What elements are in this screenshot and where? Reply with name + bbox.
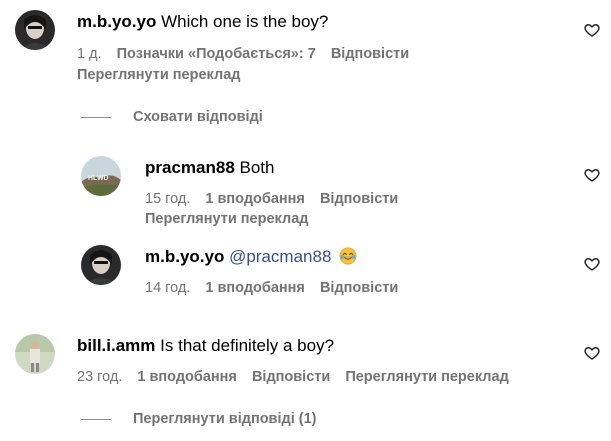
- reply-2-line: m.b.yo.yo @pracman88: [145, 247, 357, 267]
- view-replies-label: Переглянути відповіді (1): [133, 411, 317, 427]
- heart-outline-icon[interactable]: [584, 167, 600, 183]
- reply-1-meta: 15 год. 1 вподобання Відповісти: [145, 190, 409, 208]
- avatar-bill-i-amm[interactable]: [15, 334, 55, 374]
- comment-text: Which one is the boy?: [161, 12, 329, 31]
- avatar-m-b-yo-yo[interactable]: [15, 10, 55, 50]
- heart-outline-icon[interactable]: [584, 22, 600, 38]
- replies-divider: [81, 116, 111, 118]
- hide-replies-label: Сховати відповіді: [133, 109, 263, 125]
- likes-count-link[interactable]: Позначки «Подобається»: 7: [117, 46, 316, 62]
- reply-time[interactable]: 14 год.: [145, 280, 190, 296]
- reply-username[interactable]: pracman88: [145, 158, 235, 177]
- comment-1-line: m.b.yo.yo Which one is the boy?: [77, 12, 328, 32]
- see-translation-link[interactable]: Переглянути переклад: [77, 66, 240, 84]
- likes-count-link[interactable]: 1 вподобання: [137, 369, 237, 385]
- comment-username[interactable]: bill.i.amm: [77, 336, 155, 355]
- reply-time[interactable]: 15 год.: [145, 191, 190, 207]
- reply-1-line: pracman88 Both: [145, 158, 275, 178]
- comment-2-line: bill.i.amm Is that definitely a boy?: [77, 336, 334, 356]
- reply-text: Both: [239, 158, 275, 177]
- hide-replies-toggle[interactable]: Сховати відповіді: [81, 107, 263, 127]
- avatar-m-b-yo-yo[interactable]: [81, 245, 121, 285]
- comment-2-meta: 23 год. 1 вподобання Відповісти Переглян…: [77, 368, 520, 386]
- reply-button[interactable]: Відповісти: [320, 280, 398, 296]
- avatar-pracman88[interactable]: HLWD: [81, 156, 121, 196]
- view-replies-toggle[interactable]: Переглянути відповіді (1): [81, 409, 317, 429]
- laughing-tears-emoji: [339, 247, 357, 265]
- comment-1-meta: 1 д. Позначки «Подобається»: 7 Відповіст…: [77, 45, 420, 63]
- comment-time[interactable]: 1 д.: [77, 46, 102, 62]
- reply-button[interactable]: Відповісти: [320, 191, 398, 207]
- comment-text: Is that definitely a boy?: [160, 336, 335, 355]
- see-translation-link[interactable]: Переглянути переклад: [145, 210, 308, 228]
- likes-count-link[interactable]: 1 вподобання: [205, 191, 305, 207]
- see-translation-link[interactable]: Переглянути переклад: [345, 369, 508, 385]
- comment-username[interactable]: m.b.yo.yo: [77, 12, 156, 31]
- heart-outline-icon[interactable]: [584, 345, 600, 361]
- replies-divider: [81, 418, 111, 420]
- svg-text:HLWD: HLWD: [88, 175, 109, 182]
- reply-button[interactable]: Відповісти: [252, 369, 330, 385]
- mention-link[interactable]: @pracman88: [229, 247, 331, 266]
- reply-username[interactable]: m.b.yo.yo: [145, 247, 224, 266]
- reply-2-meta: 14 год. 1 вподобання Відповісти: [145, 279, 409, 297]
- likes-count-link[interactable]: 1 вподобання: [205, 280, 305, 296]
- comment-time[interactable]: 23 год.: [77, 369, 122, 385]
- heart-outline-icon[interactable]: [584, 256, 600, 272]
- reply-button[interactable]: Відповісти: [331, 46, 409, 62]
